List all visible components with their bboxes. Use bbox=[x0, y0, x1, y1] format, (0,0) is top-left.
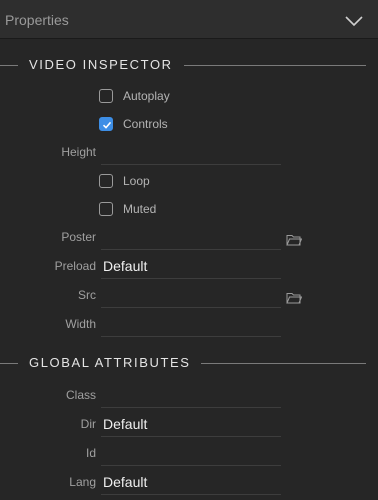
loop-row: Loop bbox=[0, 170, 378, 194]
muted-label[interactable]: Muted bbox=[123, 202, 156, 216]
autoplay-checkbox[interactable] bbox=[99, 89, 113, 103]
height-label: Height bbox=[61, 145, 96, 159]
autoplay-row: Autoplay bbox=[0, 85, 378, 109]
height-field[interactable] bbox=[101, 141, 281, 165]
properties-title: Properties bbox=[5, 12, 69, 28]
poster-label: Poster bbox=[61, 230, 96, 244]
controls-checkbox[interactable] bbox=[99, 117, 113, 131]
poster-field[interactable] bbox=[101, 226, 281, 250]
preload-select[interactable]: Default bbox=[101, 255, 281, 279]
dir-value: Default bbox=[103, 416, 148, 432]
width-label: Width bbox=[65, 317, 96, 331]
loop-checkbox[interactable] bbox=[99, 174, 113, 188]
preload-label: Preload bbox=[54, 259, 96, 273]
autoplay-label[interactable]: Autoplay bbox=[123, 89, 170, 103]
folder-icon[interactable] bbox=[286, 234, 302, 246]
preload-value: Default bbox=[103, 258, 148, 274]
src-row: Src bbox=[0, 284, 378, 308]
divider bbox=[184, 65, 366, 66]
lang-label: Lang bbox=[69, 475, 96, 489]
lang-value: Default bbox=[103, 474, 148, 490]
src-label: Src bbox=[78, 288, 96, 302]
id-label: Id bbox=[85, 446, 96, 460]
controls-row: Controls bbox=[0, 113, 378, 137]
dir-select[interactable]: Default bbox=[101, 413, 281, 437]
dir-row: Dir Default bbox=[0, 413, 378, 437]
class-label: Class bbox=[65, 388, 96, 402]
class-field[interactable] bbox=[101, 384, 281, 408]
video-inspector-heading: VIDEO INSPECTOR bbox=[0, 56, 378, 76]
checkmark-icon bbox=[102, 121, 112, 129]
lang-select[interactable]: Default bbox=[101, 471, 281, 495]
properties-header[interactable]: Properties bbox=[0, 0, 378, 39]
controls-label[interactable]: Controls bbox=[123, 117, 168, 131]
chevron-down-icon[interactable] bbox=[345, 15, 363, 27]
id-row: Id bbox=[0, 442, 378, 466]
preload-row: Preload Default bbox=[0, 255, 378, 279]
divider bbox=[0, 65, 18, 66]
dir-label: Dir bbox=[80, 417, 96, 431]
folder-icon[interactable] bbox=[286, 292, 302, 304]
divider bbox=[0, 363, 18, 364]
width-field[interactable] bbox=[101, 313, 281, 337]
class-row: Class bbox=[0, 384, 378, 408]
id-field[interactable] bbox=[101, 442, 281, 466]
loop-label[interactable]: Loop bbox=[123, 174, 150, 188]
divider bbox=[201, 363, 366, 364]
video-inspector-title: VIDEO INSPECTOR bbox=[29, 57, 173, 72]
global-attributes-title: GLOBAL ATTRIBUTES bbox=[29, 355, 191, 370]
muted-row: Muted bbox=[0, 198, 378, 222]
lang-row: Lang Default bbox=[0, 471, 378, 495]
muted-checkbox[interactable] bbox=[99, 202, 113, 216]
global-attributes-heading: GLOBAL ATTRIBUTES bbox=[0, 354, 378, 374]
src-field[interactable] bbox=[101, 284, 281, 308]
width-row: Width bbox=[0, 313, 378, 337]
poster-row: Poster bbox=[0, 226, 378, 250]
height-row: Height bbox=[0, 141, 378, 165]
